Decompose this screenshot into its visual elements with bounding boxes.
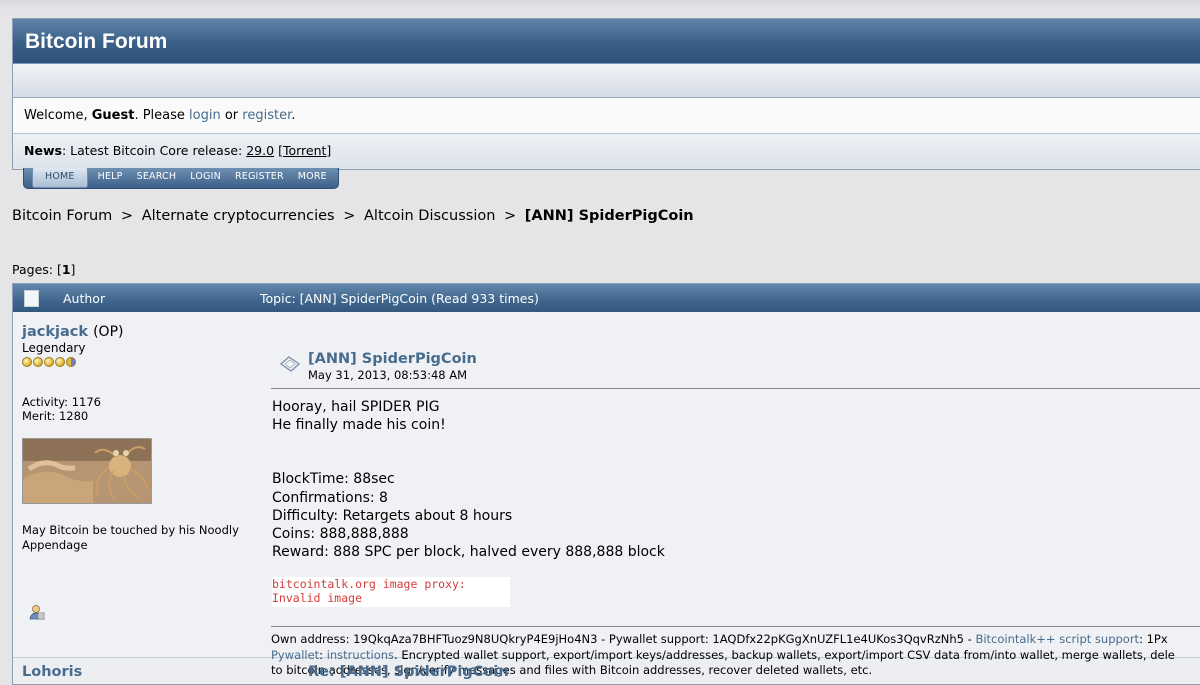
menu-home[interactable]: HOME xyxy=(32,168,88,188)
pagination: Pages: [1] xyxy=(12,262,75,277)
pywallet-link[interactable]: Pywallet xyxy=(271,648,319,662)
welcome-row: Welcome, Guest. Please login or register… xyxy=(13,98,1200,134)
current-page: 1 xyxy=(61,262,71,277)
author-name[interactable]: jackjack xyxy=(22,324,88,340)
welcome-mid: . Please xyxy=(134,108,190,123)
breadcrumb-alternate[interactable]: Alternate cryptocurrencies xyxy=(142,208,335,224)
post-date: May 31, 2013, 08:53:48 AM xyxy=(308,368,468,382)
profile-icon[interactable] xyxy=(29,604,45,620)
star-icon xyxy=(55,357,65,367)
news-label: News xyxy=(24,143,62,158)
star-icon xyxy=(22,357,32,367)
breadcrumb: Bitcoin Forum > Alternate cryptocurrenci… xyxy=(12,208,694,224)
half-star-icon xyxy=(66,357,76,367)
page-icon xyxy=(24,290,39,307)
pages-end: ] xyxy=(70,262,76,277)
post-line: Confirmations: 8 xyxy=(272,489,388,506)
image-proxy-error: bitcointalk.org image proxy: Invalid ima… xyxy=(272,577,510,607)
register-link[interactable]: register xyxy=(242,108,291,123)
post-title[interactable]: [ANN] SpiderPigCoin xyxy=(308,351,477,367)
menu-help[interactable]: HELP xyxy=(91,168,130,188)
release-version-link[interactable]: 29.0 xyxy=(246,143,274,158)
news-row: News: Latest Bitcoin Core release: 29.0 … xyxy=(13,134,1200,168)
op-badge: (OP) xyxy=(93,324,124,340)
menu-more[interactable]: MORE xyxy=(291,168,334,188)
star-icon xyxy=(44,357,54,367)
login-link[interactable]: login xyxy=(189,108,221,123)
main-menu: HOME HELP SEARCH LOGIN REGISTER MORE xyxy=(23,168,339,189)
breadcrumb-separator: > xyxy=(504,208,517,224)
member-rank: Legendary xyxy=(22,341,86,355)
signature-text: . Encrypted wallet support, export/impor… xyxy=(394,647,1175,662)
proxy-error-line: bitcointalk.org image proxy: xyxy=(272,577,466,591)
news-text: : Latest Bitcoin Core release: xyxy=(61,143,247,158)
browser-top-shadow xyxy=(0,0,1200,10)
post-line: Reward: 888 SPC per block, halved every … xyxy=(272,544,665,561)
poster-info: jackjack (OP) Legendary Activity: 1176 M… xyxy=(22,321,257,553)
post-line: Coins: 888,888,888 xyxy=(272,526,409,543)
personal-text: May Bitcoin be touched by his Noodly App… xyxy=(22,523,239,552)
post: jackjack (OP) Legendary Activity: 1176 M… xyxy=(13,312,1200,677)
topic-table: Author Topic: [ANN] SpiderPigCoin (Read … xyxy=(12,283,1200,685)
breadcrumb-separator: > xyxy=(120,208,134,224)
guest-name: Guest xyxy=(91,108,135,123)
author-column-header: Author xyxy=(63,291,106,306)
post-body: Hooray, hail SPIDER PIG He finally made … xyxy=(272,398,665,561)
signature-colon: : xyxy=(319,647,327,662)
torrent-link[interactable]: [Torrent] xyxy=(278,143,331,158)
avatar xyxy=(22,438,152,504)
post-xx-icon xyxy=(279,356,301,372)
breadcrumb-forum[interactable]: Bitcoin Forum xyxy=(12,208,112,224)
post-divider xyxy=(271,388,1200,389)
menu-register[interactable]: REGISTER xyxy=(228,168,291,188)
forum-title-bar: Bitcoin Forum xyxy=(13,19,1200,64)
next-post-author[interactable]: Lohoris xyxy=(22,664,82,680)
menu-search[interactable]: SEARCH xyxy=(130,168,184,188)
proxy-error-line: Invalid image xyxy=(272,591,363,605)
forum-title[interactable]: Bitcoin Forum xyxy=(25,30,167,54)
welcome-prefix: Welcome, xyxy=(24,108,92,123)
breadcrumb-current-topic[interactable]: [ANN] SpiderPigCoin xyxy=(525,208,694,224)
rank-stars-icon xyxy=(22,357,257,367)
next-post-title[interactable]: Re: [ANN] SpiderPigCoin xyxy=(308,664,509,680)
merit-count: Merit: 1280 xyxy=(22,409,89,423)
breadcrumb-altcoin[interactable]: Altcoin Discussion xyxy=(364,208,495,224)
signature-addresses: Own address: 19QkqAza7BHFTuoz9N8UQkryP4E… xyxy=(271,632,976,646)
post-line: He finally made his coin! xyxy=(272,417,446,434)
pages-label: Pages: [ xyxy=(12,262,62,277)
breadcrumb-separator: > xyxy=(343,208,356,224)
activity-count: Activity: 1176 xyxy=(22,395,101,409)
signature-text: : 1Px xyxy=(1139,632,1168,646)
topic-info: Topic: [ANN] SpiderPigCoin (Read 933 tim… xyxy=(260,291,539,306)
instructions-link[interactable]: instructions xyxy=(327,648,394,662)
post-line: Difficulty: Retargets about 8 hours xyxy=(272,507,513,524)
topic-header: Author Topic: [ANN] SpiderPigCoin (Read … xyxy=(13,284,1200,312)
post-line: Hooray, hail SPIDER PIG xyxy=(272,399,440,415)
forum-header: Bitcoin Forum Welcome, Guest. Please log… xyxy=(12,18,1200,170)
bitcointalk-script-link[interactable]: Bitcointalk++ script support xyxy=(975,632,1139,646)
header-strip xyxy=(13,64,1200,98)
signature-divider xyxy=(271,626,1200,627)
welcome-or: or xyxy=(220,108,243,123)
welcome-end: . xyxy=(291,108,296,123)
menu-login[interactable]: LOGIN xyxy=(183,168,228,188)
star-icon xyxy=(33,357,43,367)
post-line: BlockTime: 88sec xyxy=(272,471,395,488)
